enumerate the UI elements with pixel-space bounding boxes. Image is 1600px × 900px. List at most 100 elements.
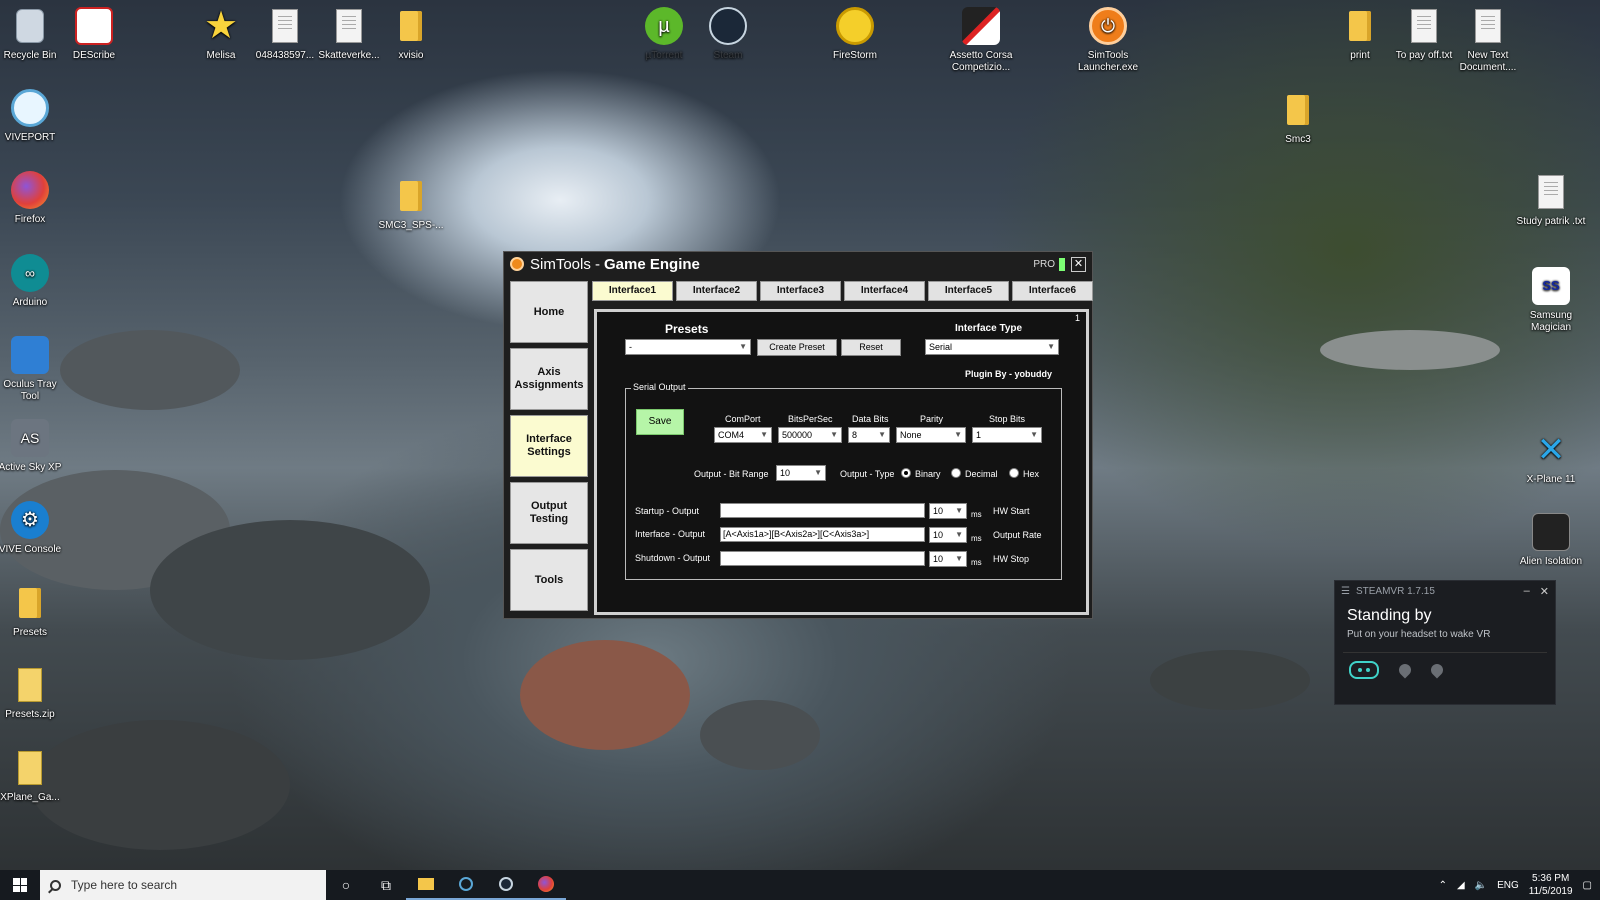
desktop-icon-to-pay-off[interactable]: To pay off.txt [1388, 6, 1460, 62]
start-button[interactable] [0, 870, 40, 900]
chevron-down-icon: ▼ [955, 530, 963, 539]
desktop-icon-firefox[interactable]: Firefox [0, 170, 66, 226]
interface-ms-select[interactable]: 10 ▼ [929, 527, 967, 543]
network-icon[interactable]: ◢ [1457, 880, 1465, 891]
tab-interface2[interactable]: Interface2 [676, 281, 757, 301]
databits-select[interactable]: 8 ▼ [848, 427, 890, 443]
cortana-icon[interactable]: ○ [326, 870, 366, 900]
nav-interface-settings-button[interactable]: Interface Settings [510, 415, 588, 477]
tab-interface4[interactable]: Interface4 [844, 281, 925, 301]
firefox-taskbar-icon[interactable] [526, 870, 566, 900]
desktop-icon-xplane-ga[interactable]: XPlane_Ga... [0, 748, 66, 804]
desktop-icon-print[interactable]: print [1324, 6, 1396, 62]
desktop-icon-vive-console[interactable]: ⚙ VIVE Console [0, 500, 66, 556]
chevron-down-icon: ▼ [878, 430, 886, 439]
headset-icon[interactable] [1349, 661, 1379, 679]
desktop-icon-document-1[interactable]: 048438597... [249, 6, 321, 62]
save-button[interactable]: Save [636, 409, 684, 435]
window-titlebar[interactable]: SimTools - Game Engine PRO ✕ [504, 252, 1092, 276]
desktop-icon-samsung-magician[interactable]: SS Samsung Magician [1515, 266, 1587, 334]
interface-output-input[interactable]: [A<Axis1a>][B<Axis2a>][C<Axis3a>] [720, 527, 925, 542]
desktop-icon-viveport[interactable]: VIVEPORT [0, 88, 66, 144]
desktop-icon-study-patrik[interactable]: Study patrik .txt [1515, 172, 1587, 228]
desktop-icon-simtools-launcher[interactable]: ⏻ SimTools Launcher.exe [1072, 6, 1144, 74]
nav-tools-button[interactable]: Tools [510, 549, 588, 611]
desktop-icon-melisa[interactable]: ★ Melisa [185, 6, 257, 62]
desktop-icon-recycle-bin[interactable]: Recycle Bin [0, 6, 66, 62]
output-type-decimal-radio[interactable] [951, 468, 961, 478]
desktop-icon-presets-zip[interactable]: Presets.zip [0, 665, 66, 721]
taskbar-search-box[interactable]: Type here to search [40, 870, 326, 900]
taskbar: Type here to search ○ ⧉ ⌃ ◢ 🔈 ENG 5:36 P… [0, 870, 1600, 900]
startup-output-label: Startup - Output [635, 506, 700, 516]
file-explorer-icon[interactable] [406, 870, 446, 900]
search-placeholder: Type here to search [71, 878, 178, 892]
desktop-icon-xplane[interactable]: ✕ X-Plane 11 [1515, 430, 1587, 486]
desktop-icon-assetto-corsa[interactable]: Assetto Corsa Competizio... [945, 6, 1017, 74]
samsung-magician-icon: SS [1530, 266, 1572, 306]
output-type-hex-label: Hex [1023, 469, 1040, 479]
chevron-down-icon: ▼ [760, 430, 768, 439]
interface-type-label: Interface Type [955, 323, 1023, 334]
desktop-icon-arduino[interactable]: ∞ Arduino [0, 253, 66, 309]
tab-interface1[interactable]: Interface1 [592, 281, 673, 301]
base-station-icon[interactable] [1428, 661, 1446, 679]
document-icon [1403, 6, 1445, 46]
startup-output-input[interactable] [720, 503, 925, 518]
serial-output-group: Serial Output Save ComPort COM4 ▼ BitsPe… [625, 382, 1062, 580]
desktop-icon-alien-isolation[interactable]: Alien Isolation [1515, 512, 1587, 568]
close-button[interactable]: ✕ [1071, 256, 1086, 272]
desktop-icon-xvisio[interactable]: xvisio [375, 6, 447, 62]
close-icon[interactable]: ✕ [1540, 585, 1549, 598]
nav-output-testing-button[interactable]: Output Testing [510, 482, 588, 544]
output-type-binary-radio[interactable] [901, 468, 911, 478]
steam-taskbar-icon[interactable] [486, 870, 526, 900]
interface-type-select[interactable]: Serial ▼ [925, 339, 1059, 355]
active-sky-icon: AS [9, 418, 51, 458]
task-view-icon[interactable]: ⧉ [366, 870, 406, 900]
shutdown-output-input[interactable] [720, 551, 925, 566]
base-station-icon[interactable] [1396, 661, 1414, 679]
volume-icon[interactable]: 🔈 [1475, 880, 1487, 891]
nav-axis-assignments-button[interactable]: Axis Assignments [510, 348, 588, 410]
interface-ms-unit: ms [971, 534, 982, 543]
recycle-bin-icon [9, 6, 51, 46]
parity-label: Parity [920, 414, 944, 424]
desktop-icon-new-text-document[interactable]: New Text Document.... [1452, 6, 1524, 74]
nav-home-button[interactable]: Home [510, 281, 588, 343]
chevron-up-icon[interactable]: ⌃ [1439, 880, 1447, 891]
presets-select[interactable]: - ▼ [625, 339, 751, 355]
serial-output-legend: Serial Output [631, 382, 688, 392]
desktop-icon-active-sky[interactable]: AS Active Sky XP [0, 418, 66, 474]
presets-label: Presets [665, 322, 709, 336]
minimize-icon[interactable]: – [1524, 585, 1530, 597]
create-preset-button[interactable]: Create Preset [757, 339, 837, 356]
bitspersec-select[interactable]: 500000 ▼ [778, 427, 842, 443]
desktop-icon-describe[interactable]: DEScribe [58, 6, 130, 62]
hamburger-menu-icon[interactable]: ☰ [1341, 586, 1350, 597]
output-type-hex-radio[interactable] [1009, 468, 1019, 478]
desktop-icon-firestorm[interactable]: FireStorm [819, 6, 891, 62]
parity-select[interactable]: None ▼ [896, 427, 966, 443]
desktop-icon-smc3-sps[interactable]: SMC3_SPS-... [375, 176, 447, 232]
notifications-icon[interactable]: ▢ [1583, 880, 1592, 891]
shutdown-ms-select[interactable]: 10 ▼ [929, 551, 967, 567]
stopbits-select[interactable]: 1 ▼ [972, 427, 1042, 443]
tab-interface3[interactable]: Interface3 [760, 281, 841, 301]
language-indicator[interactable]: ENG [1497, 880, 1519, 891]
startup-ms-select[interactable]: 10 ▼ [929, 503, 967, 519]
desktop-icon-steam[interactable]: Steam [692, 6, 764, 62]
clock[interactable]: 5:36 PM 11/5/2019 [1529, 872, 1573, 898]
desktop-icon-utorrent[interactable]: µ µTorrent [628, 6, 700, 62]
desktop-icon-presets[interactable]: Presets [0, 583, 66, 639]
viveport-taskbar-icon[interactable] [446, 870, 486, 900]
tab-interface6[interactable]: Interface6 [1012, 281, 1093, 301]
steamvr-titlebar[interactable]: ☰ STEAMVR 1.7.15 – ✕ [1335, 581, 1555, 601]
clock-time: 5:36 PM [1532, 873, 1570, 884]
bit-range-select[interactable]: 10 ▼ [776, 465, 826, 481]
tab-interface5[interactable]: Interface5 [928, 281, 1009, 301]
desktop-icon-smc3[interactable]: Smc3 [1262, 90, 1334, 146]
reset-button[interactable]: Reset [841, 339, 901, 356]
comport-select[interactable]: COM4 ▼ [714, 427, 772, 443]
desktop-icon-oculus-tray-tool[interactable]: Oculus Tray Tool [0, 335, 66, 403]
